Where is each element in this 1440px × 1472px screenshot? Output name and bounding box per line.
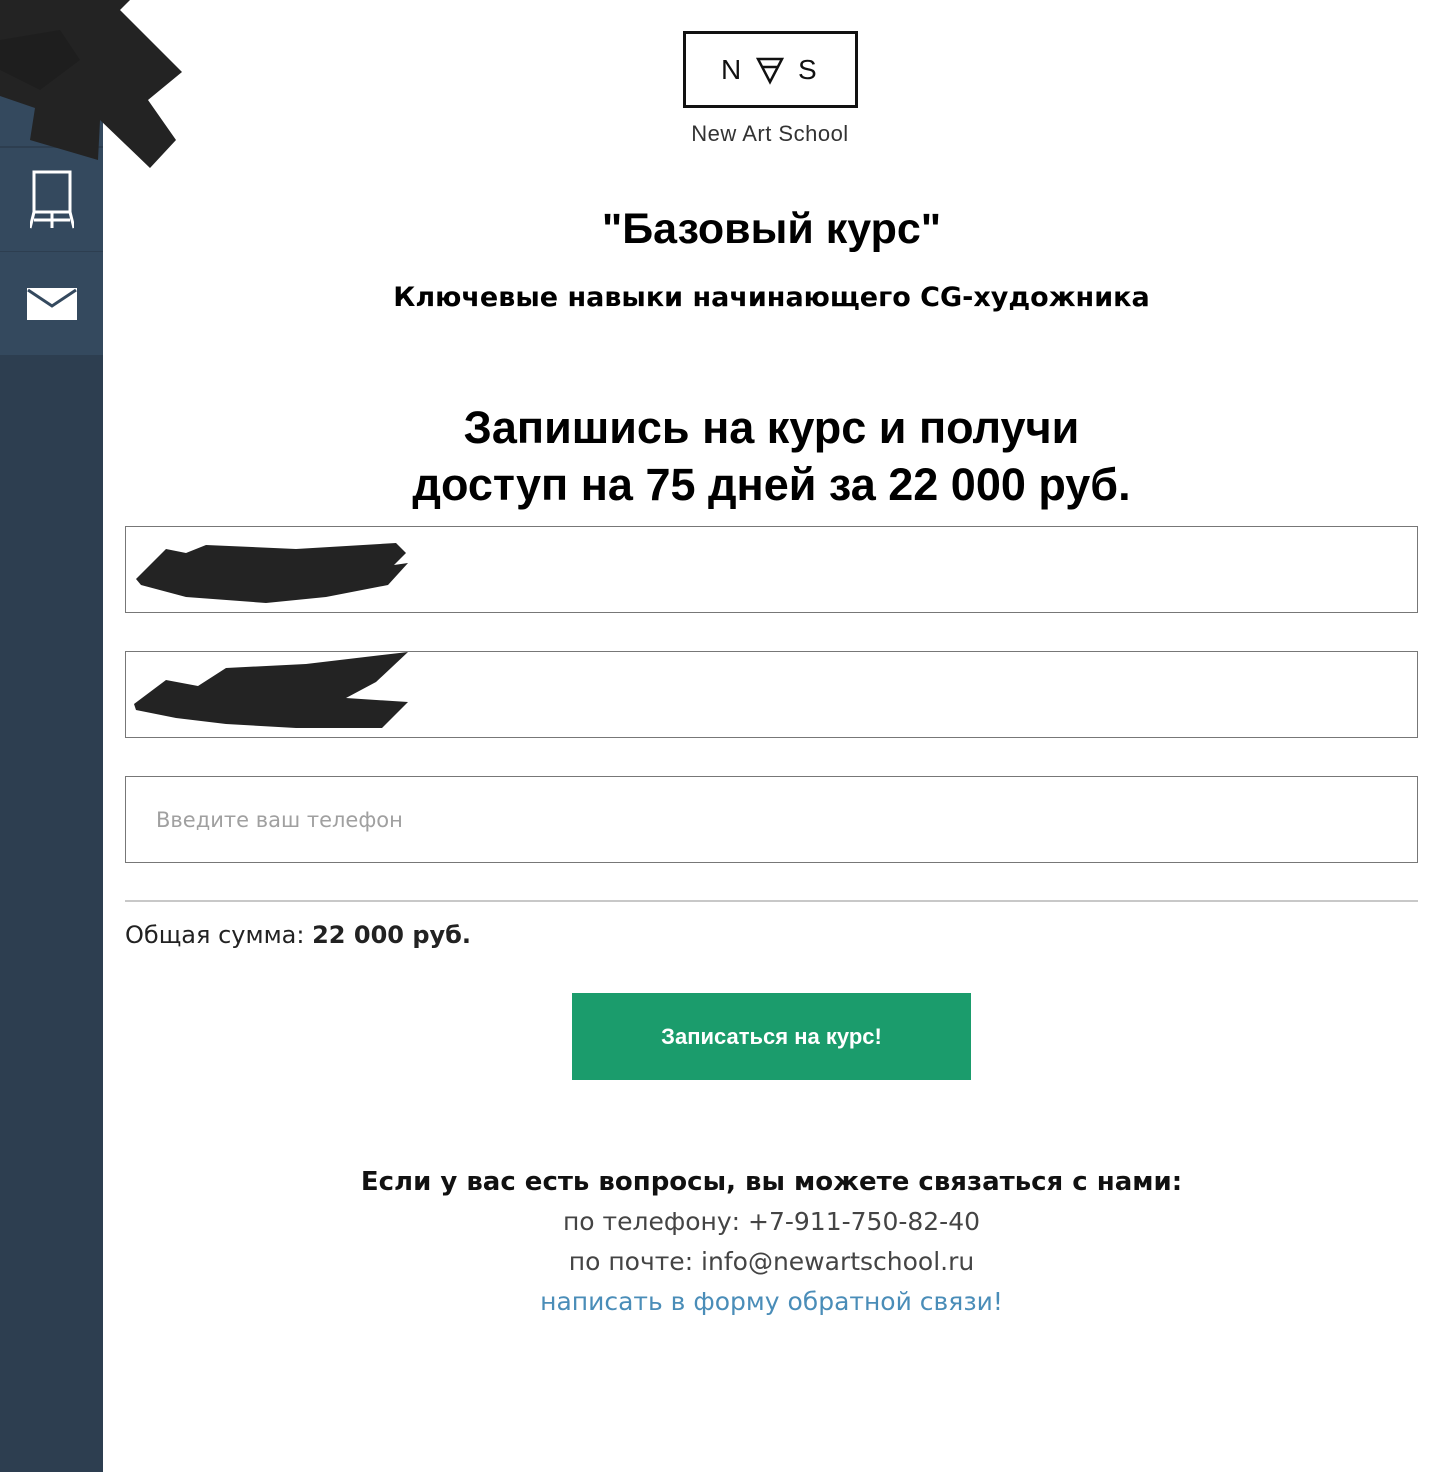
mail-icon xyxy=(26,287,77,320)
sidebar xyxy=(0,0,103,1472)
easel-icon xyxy=(29,170,74,228)
total-label: Общая сумма: xyxy=(125,921,313,949)
svg-text:S: S xyxy=(798,55,817,85)
offer-headline-line2: доступ на 75 дней за 22 000 руб. xyxy=(412,459,1131,510)
logo: N S xyxy=(683,31,858,108)
course-subtitle: Ключевые навыки начинающего CG-художника xyxy=(393,282,1150,313)
total-value: 22 000 руб. xyxy=(312,921,472,949)
phone-field[interactable] xyxy=(125,776,1418,863)
contacts-phone: по телефону: +7-911-750-82-40 xyxy=(562,1207,981,1236)
logo-name: New Art School xyxy=(691,121,849,146)
submit-button[interactable]: Записаться на курс! xyxy=(572,993,971,1080)
total-amount: Общая сумма: 22 000 руб. xyxy=(125,921,471,949)
email-input[interactable] xyxy=(126,652,1417,737)
contacts-block: Если у вас есть вопросы, вы можете связа… xyxy=(103,1162,1440,1322)
offer-headline-line1: Запишись на курс и получи xyxy=(463,402,1080,453)
sidebar-item-mail[interactable] xyxy=(0,252,103,355)
course-title: "Базовый курс" xyxy=(601,205,942,253)
nas-logo-mark: N S xyxy=(721,55,817,85)
redaction-mark xyxy=(0,0,182,168)
contacts-question: Если у вас есть вопросы, вы можете связа… xyxy=(360,1167,1183,1197)
email-field[interactable] xyxy=(125,651,1418,738)
contacts-email: по почте: info@newartschool.ru xyxy=(568,1247,975,1276)
phone-input[interactable] xyxy=(126,777,1417,862)
name-input[interactable] xyxy=(126,527,1417,612)
offer-headline: Запишись на курс и получи доступ на 75 д… xyxy=(103,399,1440,513)
divider xyxy=(125,900,1418,902)
feedback-form-link[interactable]: написать в форму обратной связи! xyxy=(103,1282,1440,1322)
svg-text:N: N xyxy=(721,55,741,85)
name-field[interactable] xyxy=(125,526,1418,613)
